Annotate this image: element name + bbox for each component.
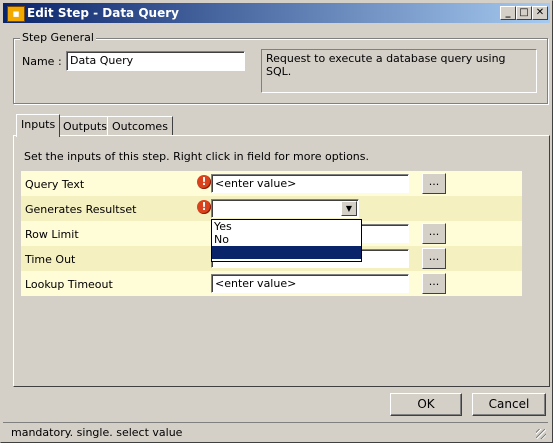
maximize-button[interactable]: □ [516, 6, 532, 20]
status-bar: mandatory. single. select value [3, 422, 548, 441]
dropdown-option-no[interactable]: No [212, 233, 361, 246]
generates-resultset-dropdown: Yes No [211, 219, 362, 262]
row-label: Time Out [25, 253, 76, 266]
input-row-lookup-timeout: Lookup Timeout <enter value> ... [21, 271, 522, 296]
cancel-button[interactable]: Cancel [472, 393, 546, 416]
step-description: Request to execute a database query usin… [261, 49, 537, 93]
row-label: Row Limit [25, 228, 79, 241]
row-label: Generates Resultset [25, 203, 137, 216]
title-bar[interactable]: ■ Edit Step - Data Query _ □ ✕ [3, 3, 550, 23]
app-badge-icon: ■ [7, 6, 25, 22]
dropdown-option-empty[interactable] [212, 246, 361, 259]
tab-outputs[interactable]: Outputs [58, 116, 112, 137]
input-row-query-text: Query Text ! <enter value> ... [21, 171, 522, 196]
query-text-input[interactable]: <enter value> [211, 174, 409, 193]
name-label: Name : [22, 55, 62, 68]
step-general-legend: Step General [20, 31, 96, 44]
generates-resultset-combo[interactable]: ▼ [211, 199, 359, 218]
lookup-timeout-input[interactable]: <enter value> [211, 274, 409, 293]
window-title: Edit Step - Data Query [27, 6, 179, 20]
resize-grip-icon[interactable] [536, 429, 546, 439]
maximize-icon: □ [519, 7, 529, 18]
close-button[interactable]: ✕ [532, 6, 548, 20]
tab-inputs[interactable]: Inputs [16, 114, 61, 137]
ok-button[interactable]: OK [390, 393, 462, 416]
step-general-group: Step General Name : Data Query Request t… [13, 31, 548, 104]
row-label: Query Text [25, 178, 85, 191]
time-out-browse-button[interactable]: ... [422, 248, 446, 269]
row-limit-browse-button[interactable]: ... [422, 223, 446, 244]
tab-outcomes[interactable]: Outcomes [107, 116, 173, 137]
query-text-browse-button[interactable]: ... [422, 173, 446, 194]
dropdown-option-yes[interactable]: Yes [212, 220, 361, 233]
chevron-down-icon[interactable]: ▼ [341, 201, 357, 216]
row-label: Lookup Timeout [25, 278, 113, 291]
mandatory-warning-icon: ! [197, 200, 211, 214]
close-icon: ✕ [535, 7, 545, 18]
status-text: mandatory. single. select value [11, 426, 183, 439]
name-field[interactable]: Data Query [66, 51, 245, 71]
lookup-timeout-browse-button[interactable]: ... [422, 273, 446, 294]
mandatory-warning-icon: ! [197, 175, 211, 189]
minimize-icon: _ [505, 7, 511, 18]
minimize-button[interactable]: _ [500, 6, 516, 20]
input-row-generates-resultset: Generates Resultset ! ▼ [21, 196, 522, 221]
edit-step-dialog: ■ Edit Step - Data Query _ □ ✕ Step Gene… [0, 0, 553, 443]
inputs-instructions: Set the inputs of this step. Right click… [24, 150, 370, 163]
